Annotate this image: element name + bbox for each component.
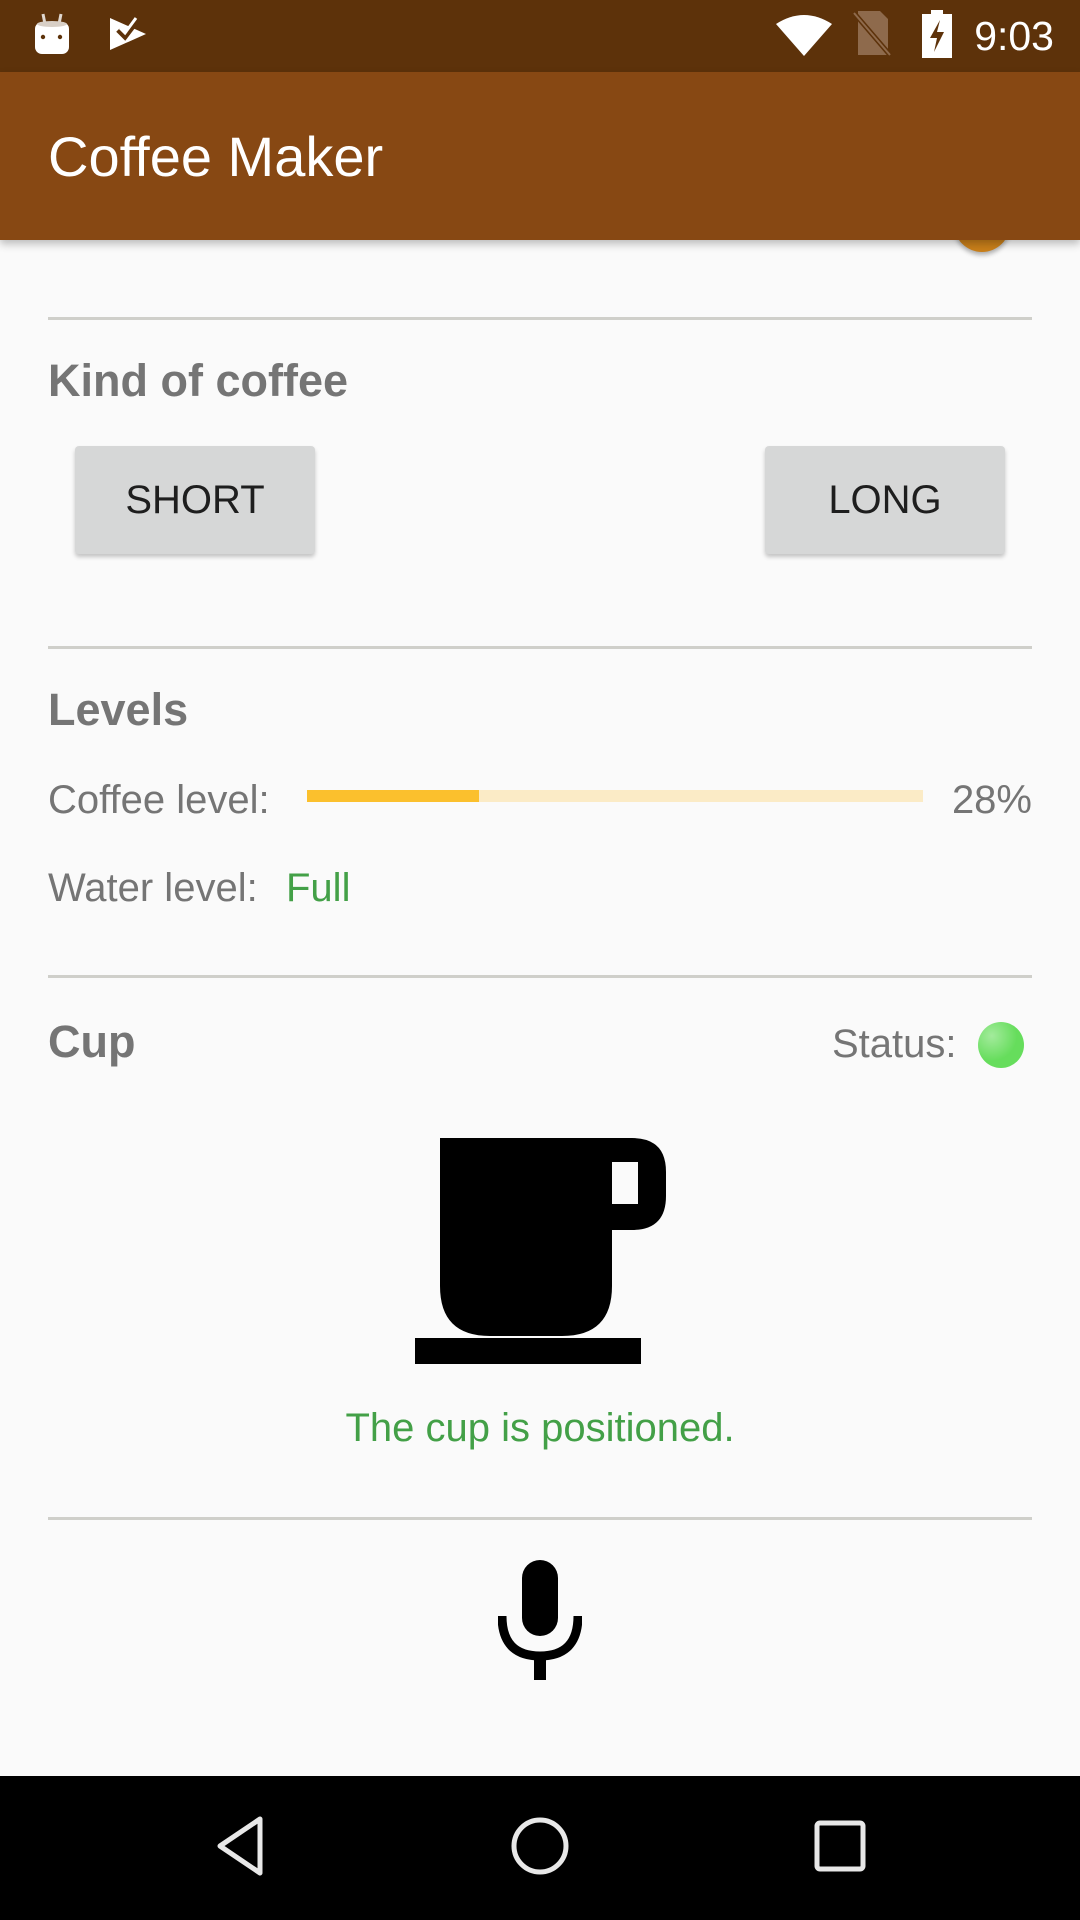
app-bar: Coffee Maker [0, 72, 1080, 240]
kind-of-coffee-title: Kind of coffee [48, 355, 348, 406]
recents-icon [814, 1820, 866, 1877]
long-coffee-button[interactable]: LONG [765, 446, 1005, 554]
cup-status-label: Status: [832, 1022, 957, 1066]
coffee-level-label: Coffee level: [48, 778, 270, 822]
wifi-icon [776, 12, 833, 61]
clock: 9:03 [974, 12, 1054, 59]
divider [48, 317, 1032, 320]
home-icon [510, 1816, 570, 1881]
battery-charging-icon [922, 9, 953, 63]
back-icon [214, 1816, 266, 1881]
navigation-bar [0, 1776, 1080, 1920]
cup-status-indicator [978, 1022, 1024, 1068]
cup-status-message: The cup is positioned. [345, 1406, 735, 1450]
android-notification-icon [34, 12, 70, 61]
home-button[interactable] [460, 1776, 620, 1920]
levels-title: Levels [48, 684, 189, 735]
short-coffee-button[interactable]: SHORT [75, 446, 315, 554]
coffee-cup-icon [414, 1136, 670, 1364]
status-bar: 9:03 [0, 0, 1080, 72]
coffee-level-progress-bar [307, 790, 923, 802]
divider [48, 646, 1032, 649]
app-title: Coffee Maker [48, 125, 384, 188]
coffee-level-progress-fill [307, 790, 480, 802]
recents-button[interactable] [760, 1776, 920, 1920]
cup-title: Cup [48, 1016, 136, 1067]
water-level-label: Water level: [48, 866, 258, 910]
divider [48, 975, 1032, 978]
coffee-level-percent: 28% [951, 778, 1032, 822]
water-level-value: Full [286, 866, 351, 910]
task-check-icon [108, 12, 148, 61]
microphone-icon[interactable] [497, 1560, 583, 1680]
divider [48, 1517, 1032, 1520]
no-sim-icon [852, 10, 893, 62]
back-button[interactable] [160, 1776, 320, 1920]
